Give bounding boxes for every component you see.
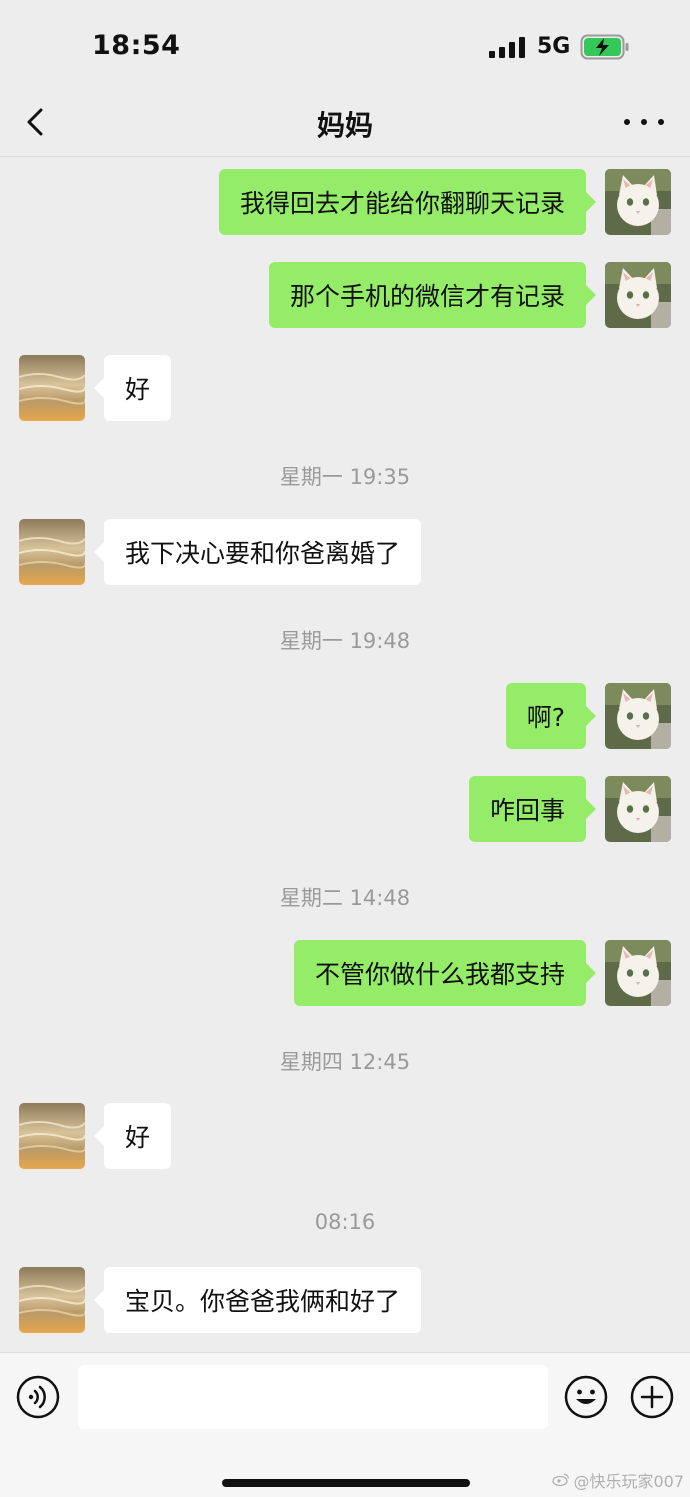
status-time: 18:54 — [92, 30, 181, 61]
chat-area: 我得回去才能给你翻聊天记录 那个手机的微信才有记录 好 星期一 19:35 我下… — [0, 157, 690, 1352]
status-bar: 18:54 5G — [0, 0, 690, 90]
sent-bubble[interactable]: 我得回去才能给你翻聊天记录 — [218, 169, 597, 235]
chat-timestamp: 星期二 14:48 — [279, 886, 411, 910]
received-bubble[interactable]: 好 — [93, 355, 172, 421]
contact-avatar-sea[interactable] — [19, 1267, 85, 1333]
chat-timestamp: 08:16 — [314, 1210, 376, 1234]
chat-timestamp: 星期一 19:35 — [279, 465, 411, 489]
plus-icon[interactable] — [630, 1375, 674, 1419]
my-avatar-cat[interactable] — [605, 683, 671, 749]
watermark: @快乐玩家007 — [552, 1468, 684, 1492]
chat-timestamp: 星期一 19:48 — [279, 629, 411, 653]
home-indicator[interactable] — [222, 1479, 470, 1487]
weibo-icon — [552, 1471, 570, 1490]
voice-icon[interactable] — [16, 1375, 60, 1419]
sent-bubble[interactable]: 那个手机的微信才有记录 — [268, 262, 597, 328]
more-dots-icon[interactable] — [624, 106, 664, 138]
watermark-text: @快乐玩家007 — [573, 1472, 684, 1491]
chat-timestamp: 星期四 12:45 — [279, 1050, 411, 1074]
sent-bubble[interactable]: 不管你做什么我都支持 — [293, 940, 597, 1006]
message-input[interactable] — [78, 1365, 548, 1429]
contact-avatar-sea[interactable] — [19, 355, 85, 421]
emoji-icon[interactable] — [564, 1375, 608, 1419]
my-avatar-cat[interactable] — [605, 169, 671, 235]
contact-avatar-sea[interactable] — [19, 1103, 85, 1169]
signal-icon — [489, 36, 525, 58]
sent-bubble[interactable]: 咋回事 — [468, 776, 597, 842]
battery-charging-icon — [580, 34, 630, 60]
received-bubble[interactable]: 宝贝。你爸爸我俩和好了 — [93, 1267, 422, 1333]
my-avatar-cat[interactable] — [605, 262, 671, 328]
received-bubble[interactable]: 我下决心要和你爸离婚了 — [93, 519, 422, 585]
my-avatar-cat[interactable] — [605, 776, 671, 842]
my-avatar-cat[interactable] — [605, 940, 671, 1006]
chat-title: 妈妈 — [316, 109, 373, 142]
network-type: 5G — [537, 34, 571, 59]
contact-avatar-sea[interactable] — [19, 519, 85, 585]
nav-bar: 妈妈 — [0, 90, 690, 157]
sent-bubble[interactable]: 啊? — [505, 683, 597, 749]
received-bubble[interactable]: 好 — [93, 1103, 172, 1169]
